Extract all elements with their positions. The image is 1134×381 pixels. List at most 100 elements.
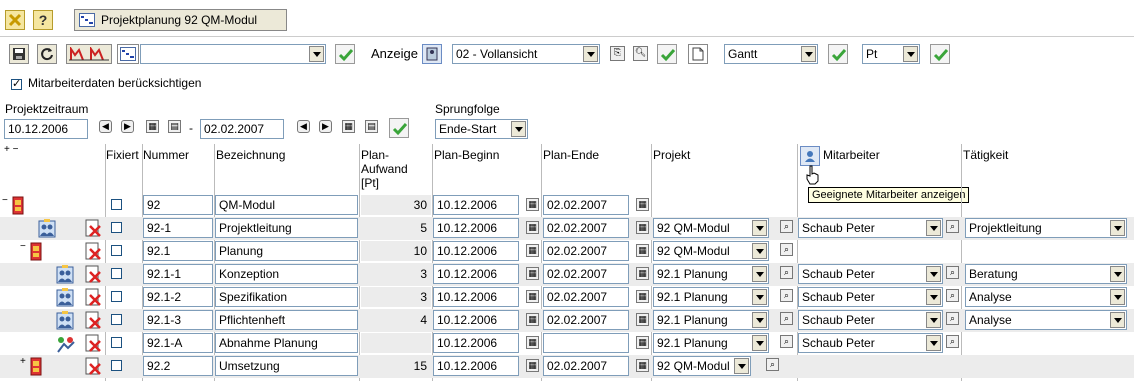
nummer-field[interactable]: 92.1-1 (143, 264, 213, 284)
projekt-select[interactable]: 92.1 Planung (653, 264, 769, 284)
fixiert-checkbox[interactable] (111, 360, 122, 371)
calendar-icon[interactable]: ▦ (342, 120, 355, 133)
mitarbeiter-select[interactable]: Schaub Peter (798, 333, 943, 353)
fixiert-checkbox[interactable] (111, 268, 122, 279)
bezeichnung-field[interactable]: QM-Modul (215, 195, 358, 215)
calendar-icon[interactable]: ▦ (526, 267, 539, 280)
search-icon[interactable]: ⌕ (780, 220, 793, 233)
search-icon[interactable]: ⌕ (946, 335, 959, 348)
ende-field[interactable]: 02.02.2007 (543, 264, 629, 284)
ende-field[interactable]: 02.02.2007 (543, 287, 629, 307)
projekt-select[interactable]: 92.1 Planung (653, 287, 769, 307)
delete-icon[interactable] (84, 334, 102, 353)
fixiert-checkbox[interactable] (111, 291, 122, 302)
delete-icon[interactable] (84, 357, 102, 376)
beginn-field[interactable]: 10.12.2006 (433, 287, 519, 307)
mitarbeiterdaten-checkbox[interactable] (11, 77, 22, 90)
projekt-select[interactable]: 92.1 Planung (653, 310, 769, 330)
unit-select[interactable]: Pt (862, 44, 920, 64)
taetigkeit-select[interactable]: Analyse (965, 310, 1127, 330)
nummer-field[interactable]: 92-1 (143, 218, 213, 238)
nummer-field[interactable]: 92.1-A (143, 333, 213, 353)
gantt-project-icon[interactable] (117, 44, 139, 64)
expand-collapse-all[interactable]: + − (4, 143, 18, 157)
nummer-field[interactable]: 92.2 (143, 356, 213, 376)
calendar-icon[interactable]: ▦ (636, 221, 649, 234)
next-icon[interactable]: ▶ (319, 120, 332, 133)
search-icon[interactable]: ⌕ (766, 358, 779, 371)
nummer-field[interactable]: 92.1 (143, 241, 213, 261)
search-view-icon[interactable]: 🔍︎ (633, 46, 648, 61)
fixiert-checkbox[interactable] (111, 245, 122, 256)
calendar-icon[interactable]: ▦ (636, 244, 649, 257)
collapse-toggle[interactable]: − (20, 241, 26, 252)
apply-mode-button[interactable] (828, 44, 848, 64)
project-select[interactable] (140, 44, 326, 64)
copy-view-icon[interactable]: ⎘ (610, 46, 625, 61)
calendar-icon[interactable]: ▦ (526, 336, 539, 349)
calendar-icon[interactable]: ▤ (365, 120, 378, 133)
calendar-icon[interactable]: ▦ (526, 221, 539, 234)
search-icon[interactable]: ⌕ (780, 266, 793, 279)
view-settings-icon[interactable] (422, 44, 442, 64)
calendar-icon[interactable]: ▦ (636, 267, 649, 280)
nummer-field[interactable]: 92.1-3 (143, 310, 213, 330)
zeitraum-to-input[interactable]: 02.02.2007 (200, 119, 284, 139)
prev-icon[interactable]: ◀ (99, 120, 112, 133)
delete-icon[interactable] (84, 265, 102, 284)
anzeige-select[interactable]: 02 - Vollansicht (452, 44, 600, 64)
mitarbeiter-select[interactable]: Schaub Peter (798, 218, 943, 238)
search-icon[interactable]: ⌕ (946, 312, 959, 325)
bezeichnung-field[interactable]: Pflichtenheft (215, 310, 358, 330)
beginn-field[interactable]: 10.12.2006 (433, 356, 519, 376)
taetigkeit-select[interactable]: Beratung (965, 264, 1127, 284)
calendar-icon[interactable]: ▦ (636, 290, 649, 303)
collapse-toggle[interactable]: − (2, 195, 8, 206)
help-icon[interactable]: ? (33, 10, 53, 30)
show-employees-icon[interactable] (800, 146, 820, 166)
calendar-icon[interactable]: ▤ (168, 120, 181, 133)
calendar-icon[interactable]: ▦ (526, 290, 539, 303)
bezeichnung-field[interactable]: Umsetzung (215, 356, 358, 376)
apply-project-button[interactable] (335, 44, 355, 64)
fixiert-checkbox[interactable] (111, 337, 122, 348)
projekt-select[interactable]: 92 QM-Modul (653, 218, 769, 238)
prev-icon[interactable]: ◀ (297, 120, 310, 133)
calendar-icon[interactable]: ▦ (636, 336, 649, 349)
search-icon[interactable]: ⌕ (780, 289, 793, 302)
projekt-select[interactable]: 92 QM-Modul (653, 356, 751, 376)
search-icon[interactable]: ⌕ (780, 312, 793, 325)
new-document-icon[interactable] (688, 44, 708, 64)
search-icon[interactable]: ⌕ (946, 220, 959, 233)
mitarbeiter-select[interactable]: Schaub Peter (798, 310, 943, 330)
search-icon[interactable]: ⌕ (946, 289, 959, 302)
beginn-field[interactable]: 10.12.2006 (433, 241, 519, 261)
mitarbeiter-select[interactable]: Schaub Peter (798, 287, 943, 307)
calendar-icon[interactable]: ▦ (636, 359, 649, 372)
fixiert-checkbox[interactable] (111, 199, 122, 210)
save-icon[interactable] (9, 44, 29, 64)
expand-toggle[interactable]: + (20, 356, 26, 367)
calendar-icon[interactable]: ▦ (636, 313, 649, 326)
search-icon[interactable]: ⌕ (780, 335, 793, 348)
delete-icon[interactable] (84, 242, 102, 261)
ende-field[interactable] (543, 333, 629, 353)
bezeichnung-field[interactable]: Planung (215, 241, 358, 261)
ende-field[interactable]: 02.02.2007 (543, 218, 629, 238)
bezeichnung-field[interactable]: Abnahme Planung (215, 333, 358, 353)
next-icon[interactable]: ▶ (121, 120, 134, 133)
ende-field[interactable]: 02.02.2007 (543, 195, 629, 215)
close-icon[interactable] (5, 10, 25, 30)
sprungfolge-select[interactable]: Ende-Start (435, 119, 528, 139)
beginn-field[interactable]: 10.12.2006 (433, 218, 519, 238)
beginn-field[interactable]: 10.12.2006 (433, 310, 519, 330)
taetigkeit-select[interactable]: Analyse (965, 287, 1127, 307)
mitarbeiter-select[interactable]: Schaub Peter (798, 264, 943, 284)
view-mode-select[interactable]: Gantt (724, 44, 818, 64)
calendar-icon[interactable]: ▦ (146, 120, 159, 133)
ende-field[interactable]: 02.02.2007 (543, 241, 629, 261)
fixiert-checkbox[interactable] (111, 314, 122, 325)
apply-unit-button[interactable] (930, 44, 950, 64)
calendar-icon[interactable]: ▦ (526, 359, 539, 372)
apply-view-button[interactable] (657, 44, 677, 64)
